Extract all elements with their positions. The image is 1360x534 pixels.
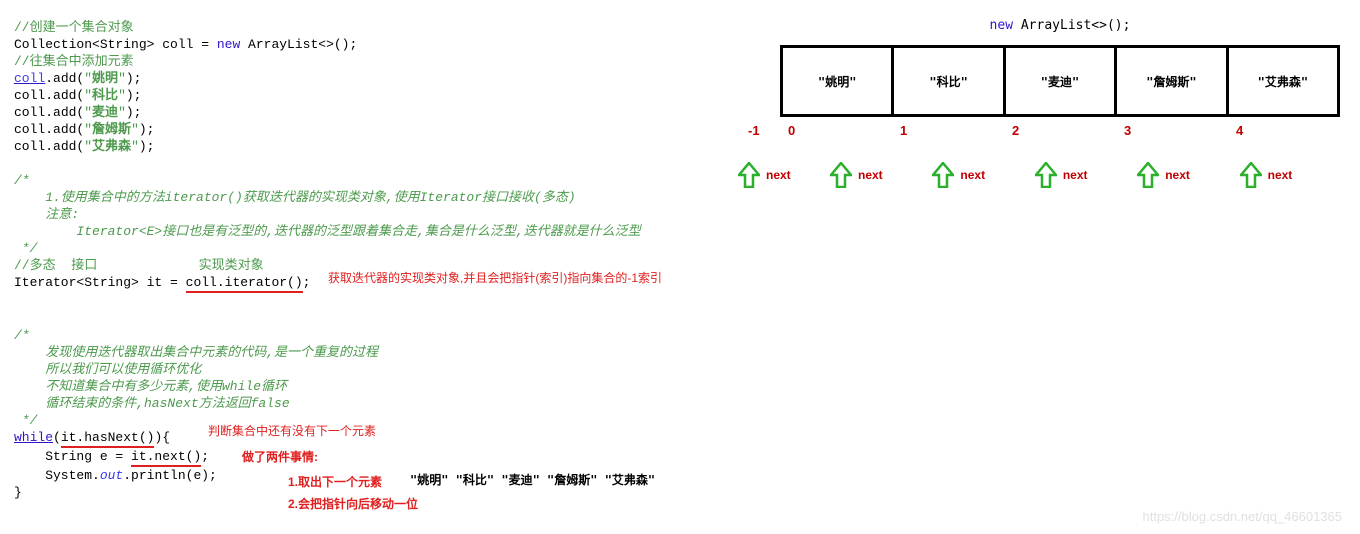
arrow-up-icon	[738, 162, 760, 188]
keyword-new: new	[990, 18, 1013, 33]
next-label: next	[858, 168, 883, 182]
code-text: );	[139, 139, 155, 154]
code-text: coll.iterator()	[186, 275, 303, 290]
code-text: );	[139, 122, 155, 137]
arrow-up-icon	[1035, 162, 1057, 188]
index-label: 3	[1116, 123, 1228, 138]
index-label: 2	[1004, 123, 1116, 138]
arrow-up-icon	[1137, 162, 1159, 188]
comment-block-line: 发现使用迭代器取出集合中元素的代码,是一个重复的过程	[14, 345, 378, 360]
string-literal: 姚明	[92, 71, 118, 86]
next-arrow: next	[736, 162, 828, 188]
index-row: -1 0 1 2 3 4	[780, 123, 1340, 138]
arrow-row: next next next next next next	[780, 162, 1340, 188]
next-arrow: next	[1033, 162, 1135, 188]
code-text: );	[126, 105, 142, 120]
underlined-call: it.hasNext()	[61, 429, 155, 448]
comment-block-open: /*	[14, 173, 30, 188]
keyword-new: new	[217, 37, 240, 52]
note-did-two: 做了两件事情:	[242, 448, 318, 465]
code-text: System.	[14, 468, 100, 483]
arrow-up-icon	[830, 162, 852, 188]
array-cell: "姚明"	[783, 48, 894, 114]
watermark: https://blog.csdn.net/qq_46601365	[1143, 509, 1343, 524]
comment-block-line: 所以我们可以使用循环优化	[14, 362, 201, 377]
arraylist-diagram: new ArrayList<>(); "姚明" "科比" "麦迪" "詹姆斯" …	[780, 18, 1340, 188]
next-label: next	[1063, 168, 1088, 182]
diagram-header: new ArrayList<>();	[780, 18, 1340, 33]
index-label: 4	[1228, 123, 1340, 138]
code-text: ;	[303, 275, 311, 290]
note-output-values: "姚明" "科比" "麦迪" "詹姆斯" "艾弗森"	[410, 471, 655, 488]
comment-block-line: 1.使用集合中的方法iterator()获取迭代器的实现类对象,使用Iterat…	[14, 190, 576, 205]
next-label: next	[1165, 168, 1190, 182]
note-did-b: 2.会把指针向后移动一位	[288, 495, 418, 512]
array-cell: "詹姆斯"	[1117, 48, 1228, 114]
code-text: Collection<String> coll =	[14, 37, 217, 52]
note-iterator-desc: 获取迭代器的实现类对象,并且会把指针(索引)指向集合的-1索引	[328, 269, 662, 286]
index-label: -1	[740, 123, 780, 138]
code-text: ArrayList<>();	[1013, 18, 1130, 33]
code-text: String e =	[14, 449, 131, 464]
code-text: Iterator<String> it =	[14, 275, 186, 290]
string-literal: 麦迪	[92, 105, 118, 120]
comment-block-line: 循环结束的条件,hasNext方法返回false	[14, 396, 290, 411]
code-text: .add(	[45, 88, 84, 103]
array-cell: "麦迪"	[1006, 48, 1117, 114]
var-coll: coll	[14, 88, 45, 103]
arrow-up-icon	[1240, 162, 1262, 188]
next-arrow: next	[930, 162, 1032, 188]
comment-block-line: Iterator<E>接口也是有泛型的,迭代器的泛型跟着集合走,集合是什么泛型,…	[14, 224, 641, 239]
code-text: .add(	[45, 139, 84, 154]
code-text: .add(	[45, 71, 84, 86]
string-literal: 科比	[92, 88, 118, 103]
code-text: (	[53, 430, 61, 445]
code-text: ;	[201, 449, 209, 464]
next-label: next	[766, 168, 791, 182]
comment-line-part: 实现类对象	[199, 258, 264, 273]
next-arrow: next	[828, 162, 930, 188]
index-label: 1	[892, 123, 1004, 138]
next-arrow: next	[1238, 162, 1340, 188]
note-hasnext: 判断集合中还有没有下一个元素	[208, 422, 376, 439]
comment-block-line: 不知道集合中有多少元素,使用while循环	[14, 379, 287, 394]
code-text: ArrayList<>();	[240, 37, 357, 52]
arrow-up-icon	[932, 162, 954, 188]
var-coll: coll	[14, 122, 45, 137]
comment-block-line: 注意:	[14, 207, 79, 222]
array-cell: "艾弗森"	[1229, 48, 1337, 114]
next-label: next	[960, 168, 985, 182]
comment-line: //往集合中添加元素	[14, 54, 134, 69]
code-text: it.hasNext()	[61, 430, 155, 445]
index-label: 0	[780, 123, 892, 138]
underlined-call: coll.iterator()	[186, 274, 303, 293]
comment-block-close: */	[14, 241, 37, 256]
comment-line: //多态 接口	[14, 258, 97, 273]
comment-line: //创建一个集合对象	[14, 20, 134, 35]
code-text: );	[126, 71, 142, 86]
code-text: );	[126, 88, 142, 103]
string-literal: 詹姆斯	[92, 122, 131, 137]
field-out: out	[100, 468, 123, 483]
underlined-call: it.next()	[131, 448, 201, 467]
var-coll: coll	[14, 71, 45, 86]
code-text: }	[14, 485, 22, 500]
keyword-while: while	[14, 430, 53, 445]
var-coll: coll	[14, 105, 45, 120]
string-literal: 艾弗森	[92, 139, 131, 154]
note-did-a: 1.取出下一个元素	[288, 473, 382, 490]
comment-block-close: */	[14, 413, 37, 428]
diagram-cells: "姚明" "科比" "麦迪" "詹姆斯" "艾弗森"	[780, 45, 1340, 117]
code-text: it.next()	[131, 449, 201, 464]
code-text: .add(	[45, 122, 84, 137]
next-label: next	[1268, 168, 1293, 182]
code-text: ){	[154, 430, 170, 445]
array-cell: "科比"	[894, 48, 1005, 114]
var-coll: coll	[14, 139, 45, 154]
next-arrow: next	[1135, 162, 1237, 188]
code-text: .println(e);	[123, 468, 217, 483]
comment-block-open: /*	[14, 328, 30, 343]
code-text: .add(	[45, 105, 84, 120]
